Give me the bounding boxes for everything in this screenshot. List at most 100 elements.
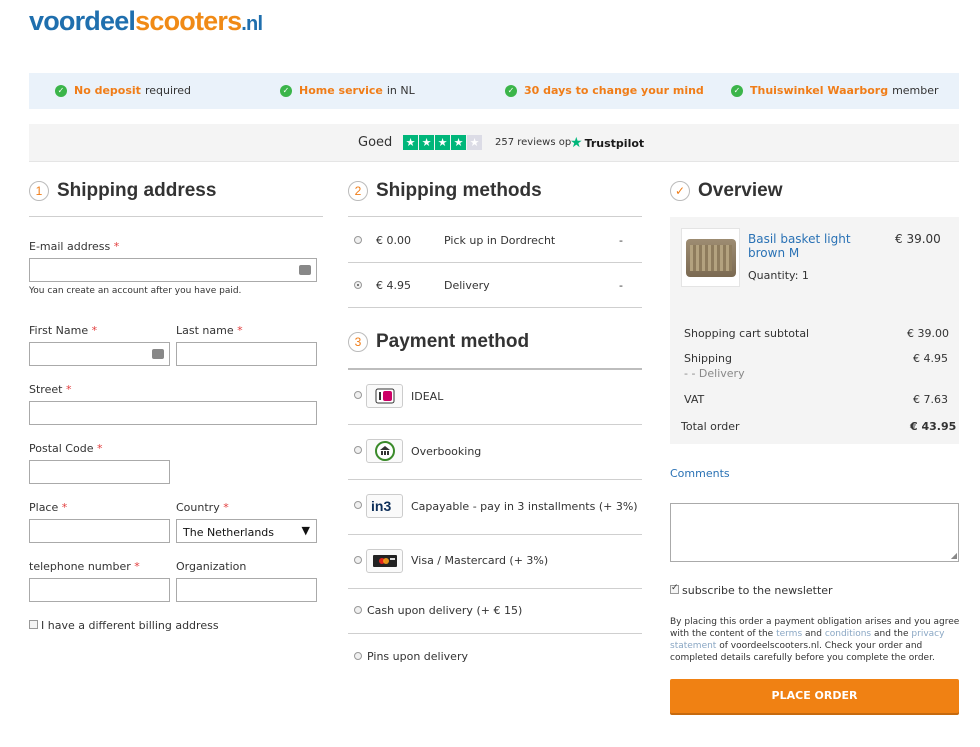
shipping-option-radio[interactable] bbox=[354, 236, 362, 244]
postal-code-field[interactable] bbox=[29, 460, 170, 484]
legal-text: and the bbox=[871, 629, 912, 639]
trustpilot-bar[interactable]: Goed ★ ★ ★ ★ ★ 257 reviews op ★ Trustpilo… bbox=[29, 124, 959, 162]
billing-address-checkbox[interactable] bbox=[29, 620, 38, 629]
logo-part-2: scooters bbox=[135, 6, 242, 36]
payment-label[interactable]: Visa / Mastercard (+ 3%) bbox=[411, 554, 548, 567]
vat-value: € 7.63 bbox=[913, 393, 948, 406]
logo-part-3: .nl bbox=[241, 13, 263, 35]
star-icon: ★ bbox=[451, 135, 466, 150]
ideal-icon bbox=[366, 384, 403, 408]
section-title: Shipping address bbox=[57, 180, 217, 201]
in3-icon: in3 bbox=[366, 494, 403, 518]
usp-item: ✓ Thuiswinkel Waarborg member bbox=[731, 84, 939, 97]
autofill-icon[interactable] bbox=[299, 265, 311, 275]
required-mark: * bbox=[65, 383, 72, 396]
resize-handle-icon[interactable]: ◢ bbox=[951, 551, 957, 560]
divider bbox=[348, 216, 642, 217]
required-mark: * bbox=[237, 324, 243, 337]
section-title: Overview bbox=[698, 180, 783, 201]
logo-part-1: voordeel bbox=[29, 6, 136, 36]
usp-text: in NL bbox=[386, 84, 415, 97]
review-count: 257 reviews op bbox=[495, 137, 572, 148]
check-icon: ✓ bbox=[731, 84, 743, 97]
newsletter-checkbox[interactable] bbox=[670, 583, 679, 594]
payment-option-radio[interactable] bbox=[354, 652, 362, 660]
place-field[interactable] bbox=[29, 519, 170, 543]
usp-bar: ✓ No deposit required ✓ Home service in … bbox=[29, 73, 959, 109]
payment-option-radio[interactable] bbox=[354, 556, 362, 564]
telephone-label: telephone number * bbox=[29, 560, 140, 573]
payment-label[interactable]: Cash upon delivery (+ € 15) bbox=[367, 604, 522, 617]
place-order-button[interactable]: PLACE ORDER bbox=[670, 679, 959, 713]
divider bbox=[348, 633, 642, 634]
payment-option-radio[interactable] bbox=[354, 501, 362, 509]
payment-method-heading: 3 Payment method bbox=[348, 331, 529, 353]
country-select[interactable]: The Netherlands ▼ bbox=[176, 519, 317, 543]
legal-text: and bbox=[802, 629, 825, 639]
step-number: 1 bbox=[29, 181, 49, 201]
payment-label[interactable]: Capayable - pay in 3 installments (+ 3%) bbox=[411, 500, 638, 513]
conditions-link[interactable]: conditions bbox=[825, 629, 871, 639]
label-text: telephone number bbox=[29, 560, 131, 573]
billing-address-label[interactable]: I have a different billing address bbox=[41, 619, 219, 632]
shipping-method-sub: - - Delivery bbox=[684, 367, 745, 380]
payment-option-radio[interactable] bbox=[354, 446, 362, 454]
shipping-option-radio[interactable] bbox=[354, 281, 362, 289]
divider bbox=[348, 588, 642, 589]
country-label: Country * bbox=[176, 501, 229, 514]
divider bbox=[348, 479, 642, 480]
street-field[interactable] bbox=[29, 401, 317, 425]
telephone-field[interactable] bbox=[29, 578, 170, 602]
label-text: Place bbox=[29, 501, 59, 514]
check-icon: ✓ bbox=[505, 84, 517, 97]
shipping-address-heading: 1 Shipping address bbox=[29, 180, 216, 202]
bank-transfer-icon bbox=[366, 439, 403, 463]
payment-label[interactable]: Pins upon delivery bbox=[367, 650, 468, 663]
label-text: Street bbox=[29, 383, 63, 396]
required-mark: * bbox=[223, 501, 229, 514]
usp-text: member bbox=[892, 84, 939, 97]
star-icon: ★ bbox=[419, 135, 434, 150]
last-name-field[interactable] bbox=[176, 342, 317, 366]
email-label: E-mail address * bbox=[29, 240, 119, 253]
country-value: The Netherlands bbox=[183, 526, 275, 539]
trustpilot-star-icon: ★ bbox=[570, 135, 583, 151]
shipping-method-name[interactable]: Pick up in Dordrecht bbox=[444, 234, 555, 247]
label-text: First Name bbox=[29, 324, 89, 337]
shipping-method-name[interactable]: Delivery bbox=[444, 279, 490, 292]
product-thumbnail[interactable] bbox=[681, 228, 740, 287]
first-name-field[interactable] bbox=[29, 342, 170, 366]
required-mark: * bbox=[91, 324, 98, 337]
site-logo[interactable]: voordeelscooters.nl bbox=[29, 6, 263, 37]
product-name-link[interactable]: Basil basket light brown M bbox=[748, 232, 888, 260]
svg-text:in3: in3 bbox=[371, 498, 391, 514]
email-field[interactable] bbox=[29, 258, 317, 282]
payment-label[interactable]: Overbooking bbox=[411, 445, 481, 458]
order-summary: Basil basket light brown M € 39.00 Quant… bbox=[670, 217, 959, 444]
total-value: € 43.95 bbox=[910, 420, 957, 433]
check-icon: ✓ bbox=[55, 84, 67, 97]
terms-link[interactable]: terms bbox=[776, 629, 802, 639]
usp-item: ✓ No deposit required bbox=[55, 84, 191, 97]
payment-label[interactable]: IDEAL bbox=[411, 390, 443, 403]
newsletter-label[interactable]: subscribe to the newsletter bbox=[682, 584, 833, 597]
last-name-label: Last name * bbox=[176, 324, 243, 337]
street-label: Street * bbox=[29, 383, 71, 396]
section-title: Payment method bbox=[376, 331, 530, 352]
organization-field[interactable] bbox=[176, 578, 317, 602]
shipping-label: Shipping bbox=[684, 352, 732, 365]
product-quantity: Quantity: 1 bbox=[748, 269, 809, 282]
divider bbox=[348, 424, 642, 425]
email-hint: You can create an account after you have… bbox=[29, 286, 242, 296]
payment-option-radio[interactable] bbox=[354, 606, 362, 614]
checkmark-icon: ✓ bbox=[670, 181, 690, 201]
divider bbox=[348, 534, 642, 535]
total-label: Total order bbox=[681, 420, 740, 433]
comments-textarea[interactable]: ◢ bbox=[670, 503, 959, 562]
payment-option-radio[interactable] bbox=[354, 391, 362, 399]
contact-card-icon[interactable] bbox=[152, 349, 164, 359]
required-mark: * bbox=[113, 240, 120, 253]
shipping-price: € 0.00 bbox=[376, 234, 411, 247]
organization-label: Organization bbox=[176, 560, 247, 573]
usp-item: ✓ 30 days to change your mind bbox=[505, 84, 708, 97]
